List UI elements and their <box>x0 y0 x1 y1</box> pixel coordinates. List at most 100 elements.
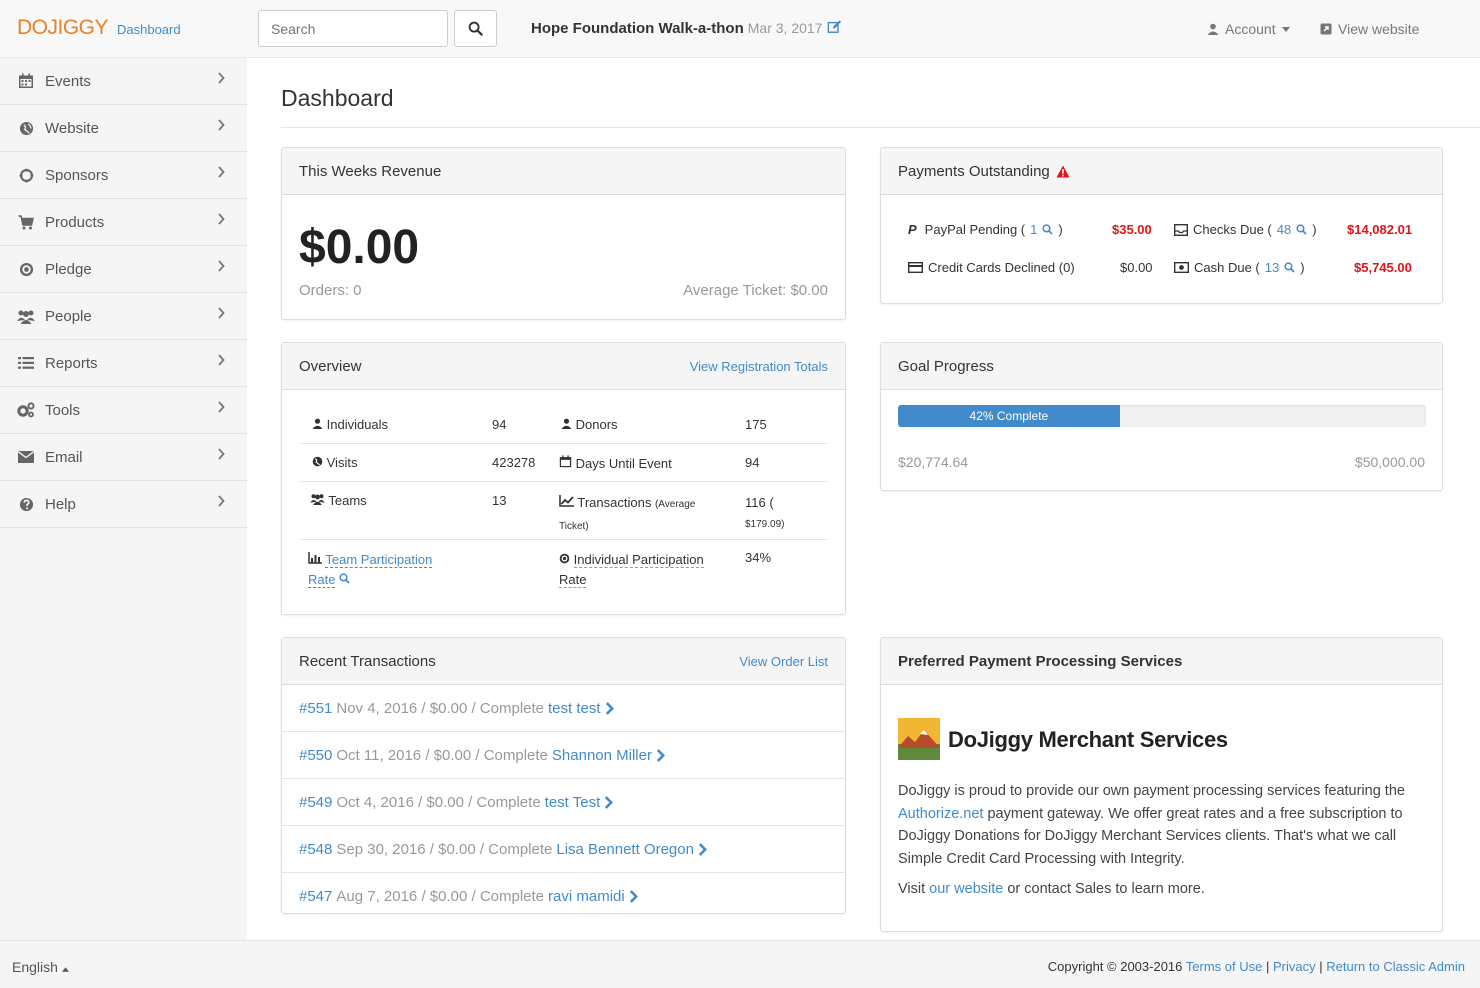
envelope-icon <box>17 448 35 466</box>
order-details: Nov 4, 2016 / $0.00 / Complete <box>336 699 545 717</box>
users-icon <box>310 494 325 505</box>
search-icon[interactable] <box>1296 224 1307 235</box>
sidebar-item-email[interactable]: Email <box>0 434 247 481</box>
user-icon <box>312 418 323 429</box>
order-id-link[interactable]: #550 <box>299 747 332 764</box>
individual-participation-value: 34% <box>745 550 772 565</box>
sidebar-item-sponsors[interactable]: Sponsors <box>0 152 247 199</box>
customer-link[interactable]: test test <box>548 700 601 717</box>
transactions-sub: (Average <box>654 499 696 510</box>
search-button[interactable] <box>454 10 497 47</box>
visits-label: Visits <box>326 455 358 470</box>
sidebar-item-people[interactable]: People <box>0 293 247 340</box>
chevron-right-icon[interactable] <box>604 795 614 809</box>
calendar-icon <box>559 455 572 468</box>
authorize-net-link[interactable]: Authorize.net <box>898 806 983 822</box>
checks-due: Checks Due (48 ) <box>1174 222 1317 237</box>
our-website-link[interactable]: our website <box>929 881 1003 897</box>
sidebar-item-label: People <box>45 307 92 325</box>
customer-link[interactable]: ravi mamidi <box>548 888 625 905</box>
caret-up-icon <box>61 967 69 972</box>
goal-progress-label: 42% Complete <box>969 409 1049 423</box>
sidebar-item-events[interactable]: Events <box>0 58 247 105</box>
view-registration-totals-link[interactable]: View Registration Totals <box>690 359 828 374</box>
chevron-right-icon[interactable] <box>698 842 707 856</box>
team-participation-text[interactable]: Team Participation <box>325 552 433 568</box>
edit-icon[interactable] <box>827 20 842 34</box>
sidebar-item-label: Help <box>45 495 76 513</box>
merchant-panel: Preferred Payment Processing Services Do… <box>880 637 1443 932</box>
customer-link[interactable]: test Test <box>545 794 601 811</box>
cash-count-link[interactable]: 13 <box>1265 260 1279 275</box>
row-divider <box>299 443 828 444</box>
language-selector[interactable]: English <box>12 959 69 975</box>
team-participation-link[interactable]: Team Participation Rate <box>308 550 433 590</box>
team-participation-text2[interactable]: Rate <box>308 572 336 588</box>
chevron-right-icon[interactable] <box>605 701 614 715</box>
merchant-panel-title: Preferred Payment Processing Services <box>898 652 1183 670</box>
page-title: Dashboard <box>281 85 394 111</box>
merchant-name: DoJiggy Merchant Services <box>948 727 1228 752</box>
revenue-title: This Weeks Revenue <box>299 162 442 180</box>
merchant-text: DoJiggy is proud to provide our own paym… <box>898 783 1405 799</box>
chevron-right-icon[interactable] <box>656 748 665 762</box>
caret-down-icon <box>1281 26 1290 32</box>
goal-target: $50,000.00 <box>1354 454 1425 470</box>
row-divider <box>299 539 828 540</box>
sidebar-item-help[interactable]: Help <box>0 481 247 528</box>
transactions-label: Transactions <box>577 495 652 510</box>
brand-logo[interactable]: DOJIGGY <box>17 16 109 40</box>
terms-link[interactable]: Terms of Use <box>1186 959 1263 974</box>
paypal-count-link[interactable]: 1 <box>1030 222 1037 237</box>
cards-amount: $0.00 <box>1120 260 1153 275</box>
transactions-title: Recent Transactions <box>299 652 436 670</box>
list-item: #547 Aug 7, 2016 / $0.00 / Complete ravi… <box>282 873 845 919</box>
account-menu[interactable]: Account <box>1207 21 1290 37</box>
teams-label: Teams <box>328 493 367 508</box>
overview-panel: Overview View Registration Totals Indivi… <box>281 342 846 615</box>
visits-cell: Visits <box>312 455 357 470</box>
chevron-right-icon <box>218 354 225 366</box>
chevron-right-icon <box>218 166 225 178</box>
search-icon <box>468 21 483 36</box>
paypal-pending: P PayPal Pending (1 ) <box>908 222 1063 237</box>
bullseye-icon <box>559 553 570 564</box>
sidebar-item-website[interactable]: Website <box>0 105 247 152</box>
order-id-link[interactable]: #551 <box>299 700 332 717</box>
revenue-panel: This Weeks Revenue $0.00 Orders: 0 Avera… <box>281 147 846 320</box>
row-divider <box>299 481 828 482</box>
chevron-right-icon[interactable] <box>629 889 638 903</box>
search-icon[interactable] <box>339 573 350 584</box>
view-order-list-link[interactable]: View Order List <box>739 654 828 669</box>
privacy-link[interactable]: Privacy <box>1273 959 1316 974</box>
overview-title: Overview <box>299 357 362 375</box>
sidebar-item-reports[interactable]: Reports <box>0 340 247 387</box>
search-icon[interactable] <box>1042 224 1053 235</box>
transactions-panel: Recent Transactions View Order List #551… <box>281 637 846 914</box>
sidebar-item-products[interactable]: Products <box>0 199 247 246</box>
merchant-description: DoJiggy is proud to provide our own paym… <box>898 780 1423 870</box>
customer-link[interactable]: Shannon Miller <box>552 747 652 764</box>
sidebar-item-pledge[interactable]: Pledge <box>0 246 247 293</box>
view-website-link[interactable]: View website <box>1320 21 1419 37</box>
order-id-link[interactable]: #547 <box>299 888 332 905</box>
circle-notch-icon <box>17 166 35 184</box>
search-input[interactable] <box>258 10 448 47</box>
classic-admin-link[interactable]: Return to Classic Admin <box>1326 959 1465 974</box>
brand-subtitle[interactable]: Dashboard <box>117 22 181 37</box>
search-icon[interactable] <box>1284 262 1295 273</box>
sidebar-item-label: Website <box>45 119 99 137</box>
merchant-logo-icon <box>898 718 940 760</box>
customer-link[interactable]: Lisa Bennett Oregon <box>556 841 694 858</box>
sidebar-item-tools[interactable]: Tools <box>0 387 247 434</box>
order-id-link[interactable]: #548 <box>299 841 332 858</box>
donors-value: 175 <box>745 417 767 432</box>
checks-count-link[interactable]: 48 <box>1277 222 1291 237</box>
cash-amount: $5,745.00 <box>1354 260 1412 275</box>
orders-count: Orders: 0 <box>299 282 362 299</box>
panel-heading: Overview View Registration Totals <box>282 343 845 390</box>
order-id-link[interactable]: #549 <box>299 794 332 811</box>
cart-icon <box>17 213 35 231</box>
goal-panel: Goal Progress 42% Complete $20,774.64 $5… <box>880 342 1443 491</box>
transactions-list: #551 Nov 4, 2016 / $0.00 / Complete test… <box>282 685 845 919</box>
